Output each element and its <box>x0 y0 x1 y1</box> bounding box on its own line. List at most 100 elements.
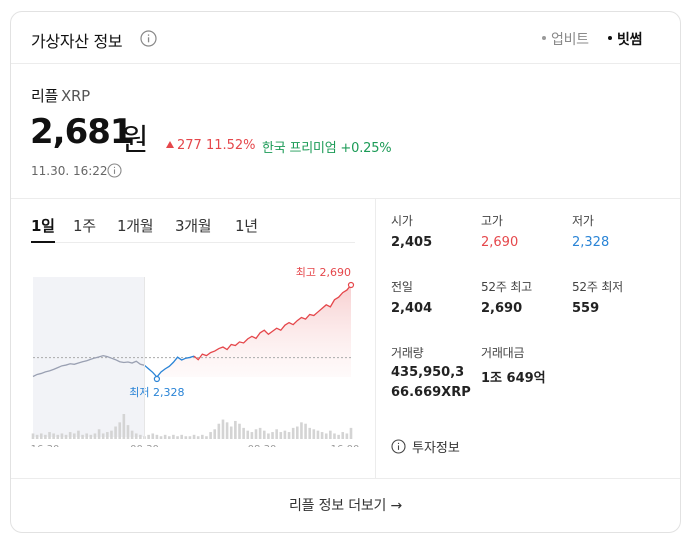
volume-bar <box>213 429 217 439</box>
volume-bar <box>64 434 68 439</box>
volume-bar <box>56 434 60 439</box>
volume-bar <box>35 434 39 439</box>
stat-value: 2,690 <box>481 235 519 250</box>
volume-bar <box>229 426 233 439</box>
volume-bar <box>114 426 117 439</box>
volume-bar <box>122 414 126 439</box>
volume-bar <box>291 427 295 439</box>
stat-label: 52주 최고 <box>481 280 533 294</box>
volume-bar <box>39 433 43 439</box>
coin-name-korean: 리플 <box>31 87 59 105</box>
volume-bar <box>172 434 175 439</box>
tab-1w[interactable]: 1주 <box>73 215 96 236</box>
volume-bar <box>296 426 299 439</box>
stat-value: 2,690 <box>481 301 523 316</box>
stat-volume: 거래량 435,950,366.669XRP <box>391 344 471 403</box>
volume-bar <box>97 429 101 439</box>
stat-value: 2,328 <box>572 235 610 250</box>
volume-bar <box>246 430 250 439</box>
stat-52w-high: 52주 최고 2,690 <box>481 278 532 316</box>
volume-bar <box>283 430 287 439</box>
volume-bar <box>101 433 105 439</box>
volume-bar <box>176 436 179 439</box>
past-period-shade <box>33 277 145 437</box>
invest-info-link[interactable]: 투자정보 <box>391 437 460 456</box>
volume-bar <box>155 434 159 439</box>
volume-bar <box>139 434 142 439</box>
volume-bar <box>147 434 150 439</box>
low-marker <box>153 375 160 383</box>
volume-bar <box>234 420 237 439</box>
volume-bar <box>110 430 113 439</box>
volume-bar <box>163 434 167 439</box>
volume-bar <box>151 433 155 439</box>
volume-bar <box>258 427 262 439</box>
current-price: 2,681 <box>30 112 134 152</box>
volume-bar <box>221 419 225 439</box>
card-header: 가상자산 정보 업비트 빗썸 <box>11 12 680 64</box>
volume-bar <box>188 436 192 439</box>
tab-1d[interactable]: 1일 <box>31 215 55 236</box>
stat-label: 52주 최저 <box>572 280 624 294</box>
volume-bar <box>329 430 332 439</box>
volume-bar <box>60 433 64 439</box>
volume-bar <box>130 430 134 439</box>
volume-bar <box>324 433 328 439</box>
stat-high: 고가 2,690 <box>481 212 518 250</box>
stat-label: 저가 <box>572 214 594 228</box>
tab-1m[interactable]: 1개월 <box>117 215 154 236</box>
more-info-button[interactable]: 리플 정보 더보기 → <box>11 479 680 532</box>
volume-bar <box>93 433 97 439</box>
stat-prev-close: 전일 2,404 <box>391 278 432 316</box>
volume-bar <box>333 433 336 439</box>
volume-bar <box>312 429 316 439</box>
tab-3m[interactable]: 3개월 <box>175 215 212 236</box>
volume-bar <box>308 427 312 439</box>
card-title: 가상자산 정보 <box>31 32 123 51</box>
volume-bar <box>275 429 278 439</box>
tab-divider <box>31 242 355 243</box>
volume-bar <box>349 427 353 439</box>
price-change: 277 11.52% <box>166 138 256 153</box>
info-circle-icon[interactable] <box>107 163 122 178</box>
volume-bar <box>304 423 307 439</box>
up-triangle-icon <box>166 141 174 148</box>
volume-bar <box>254 429 258 439</box>
volume-bar <box>316 430 320 439</box>
volume-bar <box>134 433 138 439</box>
price-unit: 원 <box>121 123 149 158</box>
volume-bar <box>337 434 340 439</box>
volume-bar <box>341 432 345 439</box>
volume-bar <box>89 434 93 439</box>
volume-bar <box>81 434 84 439</box>
source-tab-upbit[interactable]: 업비트 <box>542 29 589 49</box>
source-label: 빗썸 <box>617 32 643 48</box>
tab-active-indicator <box>31 241 55 243</box>
volume-bar <box>118 422 122 439</box>
high-marker <box>347 281 355 289</box>
volume-bar <box>267 433 270 439</box>
tab-1y[interactable]: 1년 <box>235 215 258 236</box>
volume-bar <box>48 432 51 439</box>
invest-info-label: 투자정보 <box>412 441 460 456</box>
volume-bar <box>217 423 221 439</box>
price-chart[interactable]: 최고 2,690 최저 2,328 16:30 00:30 08:30 16:00 <box>29 257 359 447</box>
crypto-info-card: 가상자산 정보 업비트 빗썸 리플 XRP 2,681 원 277 11.52% … <box>10 11 681 533</box>
volume-bar <box>85 433 88 439</box>
dot-icon <box>608 36 612 40</box>
stat-52w-low: 52주 최저 559 <box>572 278 623 316</box>
volume-bar <box>126 425 130 439</box>
volume-bar <box>159 436 163 439</box>
stat-label: 전일 <box>391 280 413 294</box>
volume-bar <box>279 432 283 439</box>
stat-low: 저가 2,328 <box>572 212 609 250</box>
stat-label: 거래량 <box>391 346 424 360</box>
volume-bar <box>205 436 208 439</box>
volume-bar <box>262 430 266 439</box>
source-tab-bithumb[interactable]: 빗썸 <box>608 29 642 49</box>
volume-bar <box>44 434 47 439</box>
info-circle-icon[interactable] <box>140 30 157 47</box>
volume-bar <box>242 427 245 439</box>
volume-bar <box>225 422 229 439</box>
price-area-fill <box>156 285 351 377</box>
